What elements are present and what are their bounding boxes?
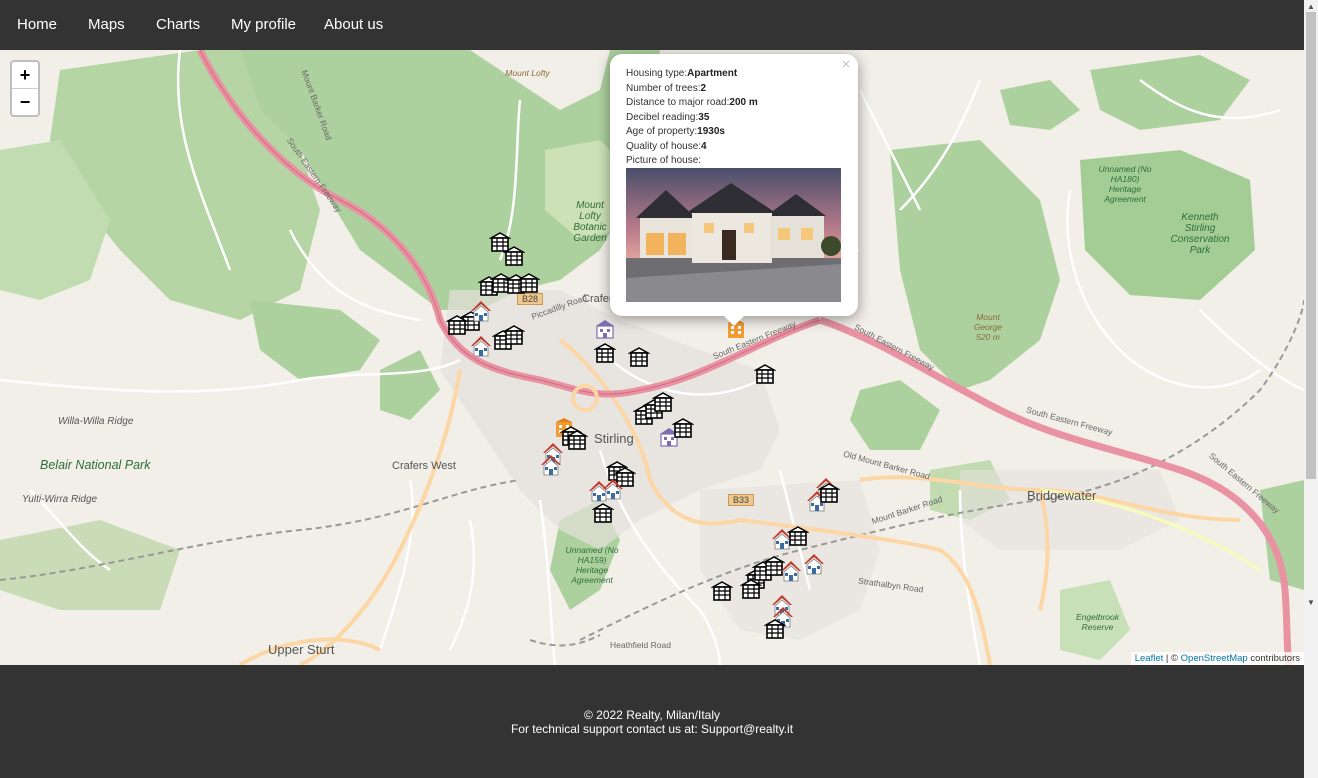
- label-unnamed-ha159: Unnamed (No HA159) Heritage Agreement: [565, 545, 619, 585]
- popup-row-trees: Number of trees:2: [626, 82, 707, 94]
- label-belair-park: Belair National Park: [40, 458, 151, 472]
- apartment-marker-icon[interactable]: [763, 618, 787, 640]
- zoom-out-button[interactable]: −: [12, 89, 38, 115]
- popup-row-housing-type: Housing type:Apartment: [626, 68, 738, 79]
- footer: © 2022 Realty, Milan/Italy For technical…: [0, 665, 1304, 778]
- label-yulti-ridge: Yulti-Wirra Ridge: [22, 494, 98, 505]
- label-heathfield-road: Heathfield Road: [610, 640, 671, 650]
- label-mount-george: Mount George 520 m: [973, 312, 1003, 342]
- apartment-marker-icon[interactable]: [565, 429, 589, 451]
- label-stirling: Stirling: [594, 431, 634, 446]
- osm-link[interactable]: OpenStreetMap: [1181, 653, 1248, 664]
- label-engelbrook: Engelbrook Reserve: [1075, 612, 1119, 632]
- apartment-marker-icon[interactable]: [817, 482, 841, 504]
- nav-about-us[interactable]: About us: [307, 0, 400, 50]
- nav-my-profile[interactable]: My profile: [214, 0, 313, 50]
- house-marker-icon[interactable]: [540, 454, 562, 476]
- apartment-marker-icon[interactable]: [445, 314, 469, 336]
- apartment-marker-icon[interactable]: [786, 525, 810, 547]
- apartment-marker-icon[interactable]: [753, 363, 777, 385]
- apartment-marker-icon[interactable]: [671, 417, 695, 439]
- scroll-thumb[interactable]: [1306, 12, 1316, 479]
- house-photo: [626, 168, 841, 302]
- popup-row-age: Age of property:1930s: [626, 126, 725, 137]
- attribution-separator: | ©: [1163, 653, 1181, 664]
- villa-marker-icon[interactable]: [594, 318, 616, 340]
- apartment-marker-icon[interactable]: [627, 346, 651, 368]
- attribution-tail: contributors: [1247, 653, 1300, 664]
- zoom-in-button[interactable]: +: [12, 62, 38, 89]
- footer-support: For technical support contact us at: Sup…: [510, 722, 794, 736]
- house-marker-icon[interactable]: [602, 478, 624, 500]
- top-nav: Home Maps Charts My profile About us: [0, 0, 1304, 50]
- house-marker-icon[interactable]: [803, 553, 825, 575]
- popup-close-button[interactable]: ×: [838, 56, 854, 73]
- apartment-marker-icon[interactable]: [593, 342, 617, 364]
- apartment-marker-icon[interactable]: [710, 580, 734, 602]
- leaflet-link[interactable]: Leaflet: [1135, 653, 1164, 664]
- popup-row-quality: Quality of house:4: [626, 140, 707, 152]
- popup-details: Housing type:Apartment Number of trees:2…: [626, 67, 758, 169]
- apartment-marker-icon[interactable]: [739, 578, 763, 600]
- nav-home[interactable]: Home: [0, 0, 74, 50]
- label-mount-lofty: Mount Lofty: [505, 68, 550, 78]
- nav-charts[interactable]: Charts: [139, 0, 217, 50]
- popup-picture-label: Picture of house:: [626, 155, 702, 166]
- popup-row-distance: Distance to major road:200 m: [626, 97, 758, 108]
- zoom-control: + −: [10, 60, 40, 117]
- apartment-marker-icon[interactable]: [651, 391, 675, 413]
- label-crafers-west: Crafers West: [392, 460, 456, 472]
- popup-row-decibel: Decibel reading:35: [626, 111, 710, 123]
- apartment-marker-icon[interactable]: [502, 324, 526, 346]
- label-upper-sturt: Upper Sturt: [268, 642, 335, 657]
- apartment-marker-icon[interactable]: [517, 272, 541, 294]
- footer-copyright: © 2022 Realty, Milan/Italy: [583, 708, 720, 722]
- nav-maps[interactable]: Maps: [71, 0, 142, 50]
- map-container[interactable]: Belair National Park Willa-Willa Ridge Y…: [0, 50, 1304, 665]
- house-popup: × Housing type:Apartment Number of trees…: [610, 54, 858, 316]
- scroll-up-arrow-icon[interactable]: ▲: [1307, 2, 1315, 11]
- label-kenneth-stirling: Kenneth Stirling Conservation Park: [1170, 212, 1230, 256]
- road-shield-b33: B33: [728, 494, 755, 506]
- label-unnamed-ha180: Unnamed (No HA180) Heritage Agreement: [1098, 164, 1152, 204]
- scroll-down-arrow-icon[interactable]: ▼: [1307, 598, 1315, 607]
- popup-tip: [724, 316, 744, 326]
- house-marker-icon[interactable]: [780, 560, 802, 582]
- apartment-marker-icon[interactable]: [591, 502, 615, 524]
- page-scrollbar[interactable]: ▲ ▼: [1304, 0, 1318, 778]
- apartment-marker-icon[interactable]: [502, 245, 526, 267]
- house-marker-icon[interactable]: [470, 335, 492, 357]
- label-bridgewater: Bridgewater: [1027, 488, 1097, 503]
- map-attribution: Leaflet | © OpenStreetMap contributors: [1130, 652, 1304, 665]
- label-mount-lofty-gardens: Mount Lofty Botanic Garden: [573, 200, 607, 244]
- label-willa-ridge: Willa-Willa Ridge: [58, 416, 134, 427]
- house-marker-icon[interactable]: [470, 300, 492, 322]
